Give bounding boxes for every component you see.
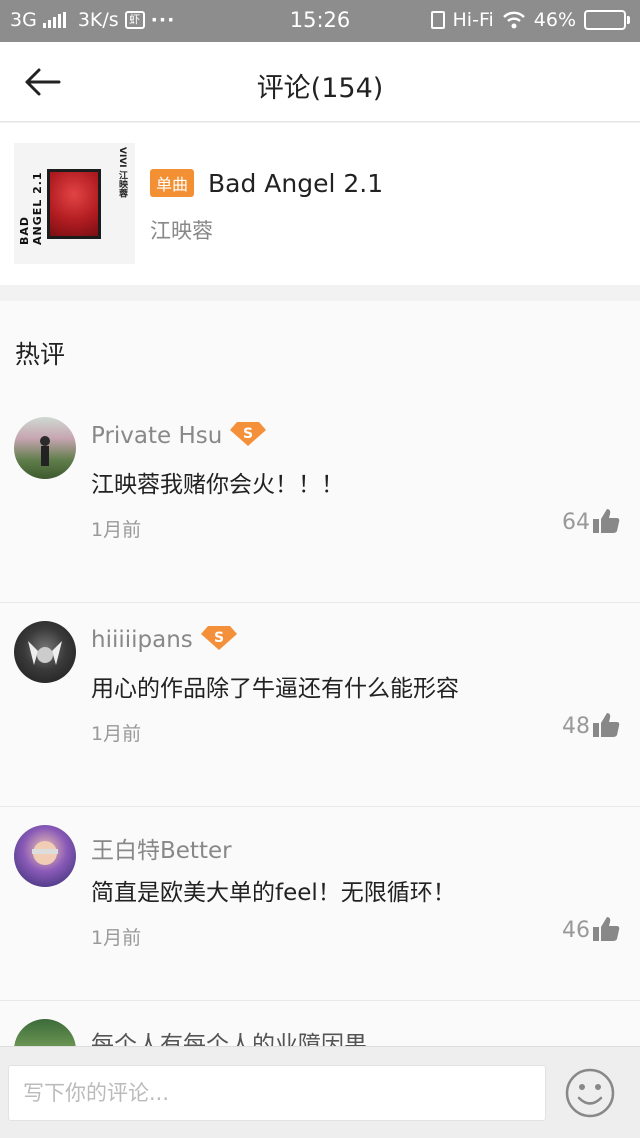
comment-item: 每个人有每个人的业障因果	[0, 1001, 640, 1046]
like-count: 48	[562, 714, 590, 739]
thumbs-up-icon	[593, 917, 620, 941]
vip-badge-icon: S	[230, 422, 266, 446]
comment-item: hiiiiipans S 用心的作品除了牛逼还有什么能形容 1月前 48	[0, 603, 640, 807]
comment-time: 1月前	[91, 927, 142, 949]
vip-badge-letter: S	[214, 630, 224, 646]
album-cover[interactable]: BAD ANGEL 2.1 VIVI 江映蓉	[14, 143, 135, 264]
cover-photo-frame	[47, 169, 101, 239]
cover-photo	[50, 172, 98, 236]
like-button[interactable]: 64	[562, 507, 620, 535]
comment-username[interactable]: 每个人有每个人的业障因果	[91, 1025, 367, 1046]
section-title: 热评	[15, 340, 66, 369]
avatar[interactable]	[14, 1019, 76, 1046]
avatar-person-icon	[40, 436, 50, 466]
comment-item: Private Hsu S 江映蓉我赌你会火！！！ 1月前 64	[0, 399, 640, 603]
vip-badge-icon: S	[201, 626, 237, 650]
avatar[interactable]	[14, 417, 76, 479]
thumbs-up-icon	[593, 713, 620, 737]
comment-item: 王白特Better 简直是欧美大单的feel！无限循环！ 1月前 46	[0, 807, 640, 1001]
comment-input[interactable]	[8, 1065, 546, 1121]
vibrate-icon	[430, 11, 445, 29]
status-right: Hi-Fi 46%	[430, 9, 630, 31]
vip-badge-letter: S	[243, 426, 253, 442]
song-artist[interactable]: 江映蓉	[150, 215, 213, 245]
comment-username[interactable]: hiiiiipans	[91, 627, 193, 653]
page-title: 评论(154)	[256, 73, 384, 104]
thumbs-up-icon	[593, 509, 620, 533]
cover-top-text: VIVI 江映蓉	[117, 147, 127, 198]
comment-input-bar	[0, 1046, 640, 1138]
like-button[interactable]: 48	[562, 711, 620, 739]
hot-comments-section: 热评 Private Hsu S 江映蓉我赌你会火！！！ 1月前 64 hiii…	[0, 301, 640, 1046]
song-title: Bad Angel 2.1	[208, 169, 384, 198]
comment-time: 1月前	[91, 519, 142, 541]
single-tag: 单曲	[150, 169, 195, 197]
top-bar: 评论(154)	[0, 42, 640, 122]
avatar[interactable]	[14, 621, 76, 683]
battery-percent: 46%	[533, 9, 576, 31]
hifi-label: Hi-Fi	[452, 9, 494, 31]
comment-username[interactable]: 王白特Better	[91, 831, 232, 865]
avatar-face-icon	[32, 841, 58, 865]
comment-username[interactable]: Private Hsu	[91, 423, 222, 449]
song-card[interactable]: BAD ANGEL 2.1 VIVI 江映蓉 单曲 Bad Angel 2.1 …	[0, 123, 640, 285]
like-button[interactable]: 46	[562, 915, 620, 943]
comment-text: 用心的作品除了牛逼还有什么能形容	[91, 676, 459, 702]
like-count: 46	[562, 918, 590, 943]
comment-text: 简直是欧美大单的feel！无限循环！	[91, 880, 456, 906]
battery-icon	[584, 10, 630, 30]
comment-text: 江映蓉我赌你会火！！！	[91, 472, 344, 498]
wifi-icon	[502, 11, 525, 29]
cover-side-text: BAD ANGEL 2.1	[18, 171, 44, 245]
emoji-icon[interactable]	[564, 1067, 616, 1119]
comment-time: 1月前	[91, 723, 142, 745]
avatar[interactable]	[14, 825, 76, 887]
like-count: 64	[562, 510, 590, 535]
status-bar: 3G 3K/s 虾 ··· 15:26 Hi-Fi 46%	[0, 0, 640, 42]
avatar-mask-icon	[28, 641, 62, 665]
